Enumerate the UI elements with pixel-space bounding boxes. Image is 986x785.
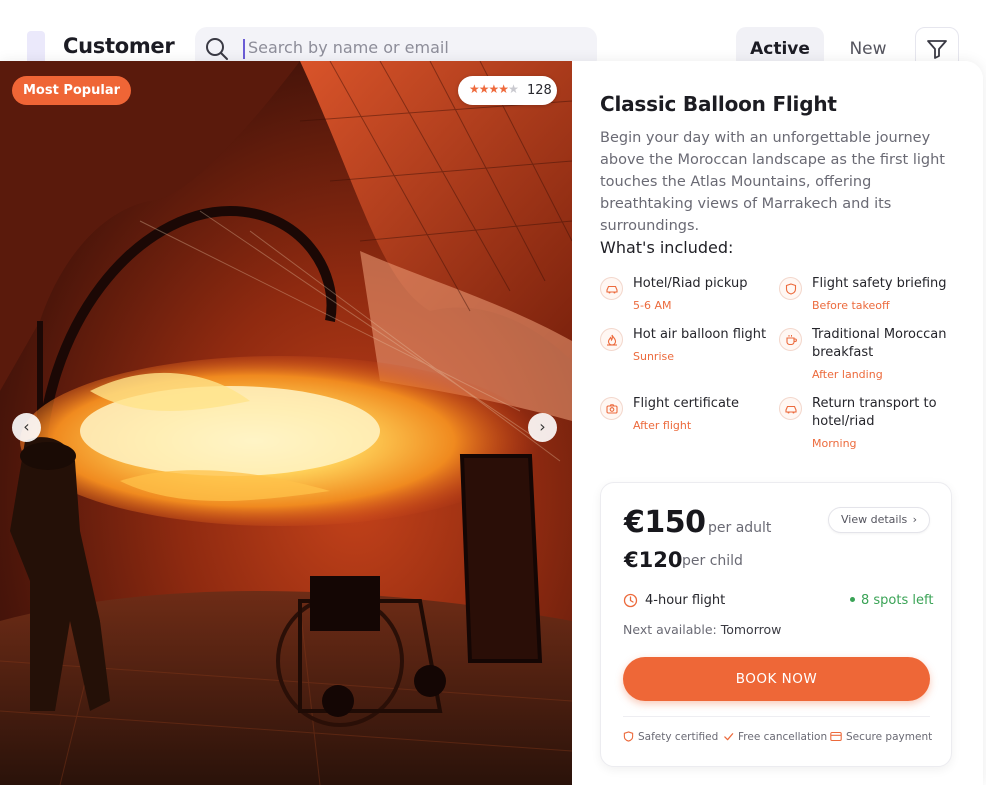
view-details-label: View details xyxy=(841,513,908,526)
next-slide-button[interactable]: › xyxy=(528,413,557,442)
most-popular-badge: Most Popular xyxy=(12,76,132,105)
tour-card: Most Popular ★★★★★ 128 ‹ › Classic Ballo… xyxy=(0,61,983,785)
spots-left-text: 8 spots left xyxy=(861,593,934,608)
trust-cancellation: Free cancellation xyxy=(723,731,827,743)
included-item-name: Traditional Moroccan breakfast xyxy=(812,327,947,360)
rating-badge: ★★★★★ 128 xyxy=(458,76,557,105)
slide-indicator xyxy=(266,776,310,785)
trust-label: Safety certified xyxy=(638,731,719,743)
flame-icon xyxy=(600,328,623,351)
star-icon: ★ xyxy=(478,82,490,96)
filter-icon xyxy=(927,40,947,59)
book-now-button[interactable]: BOOK NOW xyxy=(623,657,930,701)
adult-price: €150 xyxy=(624,505,706,540)
availability-dot xyxy=(850,597,855,602)
included-item-time: 5-6 AM xyxy=(633,299,672,312)
booking-panel: €150 per adult €120 per child View detai… xyxy=(600,482,952,767)
rating-count: 128 xyxy=(527,83,552,98)
rating-stars: ★★★★★ xyxy=(469,82,519,96)
previous-slide-button[interactable]: ‹ xyxy=(12,413,41,442)
text-caret xyxy=(243,39,245,59)
included-item-name: Flight certificate xyxy=(633,396,740,411)
included-item-name: Flight safety briefing xyxy=(812,276,947,291)
spots-left: 8 spots left xyxy=(850,593,933,608)
included-item-name: Hotel/Riad pickup xyxy=(633,276,748,291)
view-details-button[interactable]: View details › xyxy=(828,507,930,533)
included-item-time: After landing xyxy=(812,368,883,381)
next-available: Next available: Tomorrow xyxy=(623,622,781,637)
search-icon xyxy=(206,38,228,60)
trust-safety: Safety certified xyxy=(623,730,719,743)
included-item-time: Before takeoff xyxy=(812,299,890,312)
chevron-right-icon: › xyxy=(539,417,546,436)
coffee-icon xyxy=(779,328,802,351)
search-placeholder: Search by name or email xyxy=(248,38,449,57)
child-price: €120 xyxy=(624,548,683,572)
star-icon: ★ xyxy=(488,82,500,96)
balloon-photo-illustration xyxy=(0,61,572,785)
shield-icon xyxy=(779,277,802,300)
chevron-right-icon: › xyxy=(912,513,917,526)
tour-description: Begin your day with an unforgettable jou… xyxy=(600,130,945,234)
star-icon: ★ xyxy=(469,82,480,96)
car-icon xyxy=(779,397,802,420)
app-logo xyxy=(27,31,45,65)
camera-icon xyxy=(600,397,623,420)
credit-card-icon xyxy=(830,731,842,741)
trust-label: Secure payment xyxy=(846,731,933,743)
included-item-time: After flight xyxy=(633,419,692,432)
tour-title: Classic Balloon Flight xyxy=(600,92,837,116)
divider xyxy=(623,716,930,717)
included-item-name: Return transport to hotel/riad xyxy=(812,396,937,429)
tour-photo[interactable]: Most Popular ★★★★★ 128 ‹ › xyxy=(0,61,572,785)
car-icon xyxy=(600,277,623,300)
star-empty-icon: ★ xyxy=(508,82,519,96)
shield-icon xyxy=(623,730,634,742)
trust-label: Free cancellation xyxy=(738,731,828,743)
check-icon xyxy=(724,732,734,740)
star-icon: ★ xyxy=(498,82,509,96)
included-item-time: Sunrise xyxy=(633,350,675,363)
next-available-label: Next available: xyxy=(623,622,717,637)
chevron-left-icon: ‹ xyxy=(23,417,30,436)
child-price-label: per child xyxy=(682,553,743,569)
included-item-time: Morning xyxy=(812,437,857,450)
flight-duration: 4-hour flight xyxy=(645,593,726,608)
top-bar: Customer Search by name or email Active … xyxy=(0,0,986,71)
included-item-name: Hot air balloon flight xyxy=(633,327,767,342)
tour-details: Classic Balloon Flight Begin your day wi… xyxy=(572,61,983,785)
next-available-value: Tomorrow xyxy=(720,622,782,637)
adult-price-label: per adult xyxy=(708,520,772,536)
trust-payment: Secure payment xyxy=(830,731,932,743)
clock-icon xyxy=(623,593,638,608)
page-title: Customer xyxy=(63,34,175,58)
included-heading: What's included: xyxy=(600,238,734,257)
